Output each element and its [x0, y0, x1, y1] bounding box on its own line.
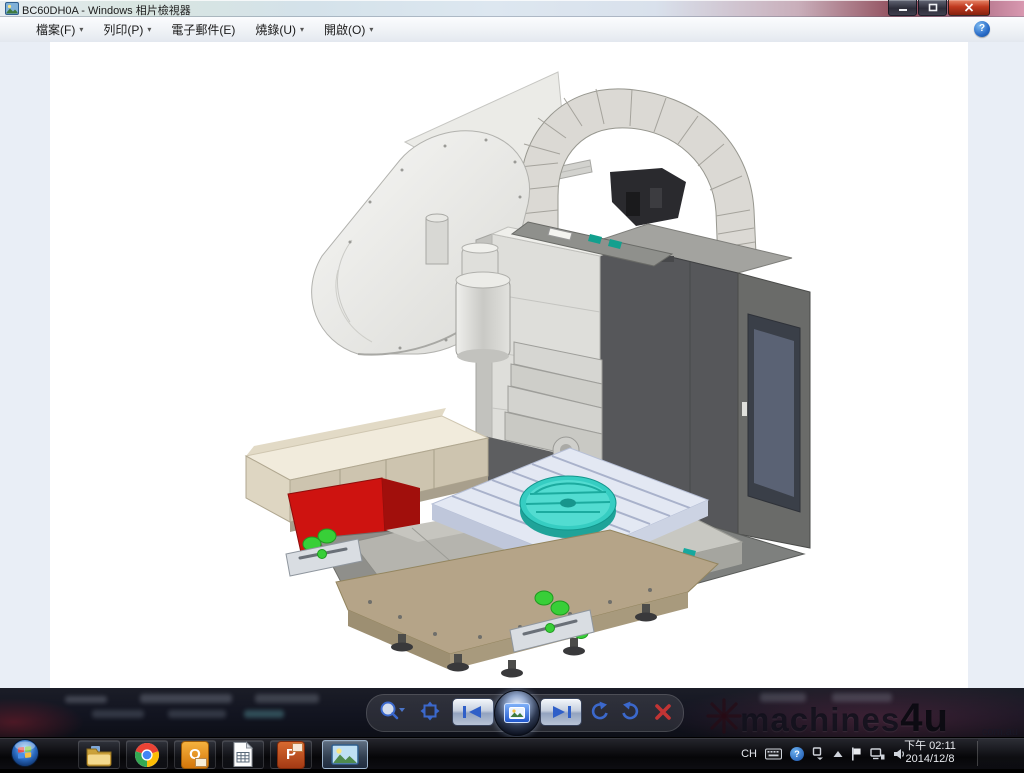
background-bleed [92, 710, 144, 718]
windows-explorer-icon [85, 743, 113, 767]
watermark-4u: 4u [900, 696, 949, 740]
next-icon [549, 705, 573, 719]
zoom-button[interactable] [378, 700, 406, 727]
title-bar: BC60DH0A - Windows 相片檢視器 [0, 0, 1024, 17]
outlook-icon: O [181, 741, 209, 769]
previous-icon [461, 705, 485, 719]
language-indicator[interactable]: CH [741, 748, 757, 760]
play-slideshow-button[interactable] [494, 690, 540, 736]
background-bleed [244, 710, 284, 718]
window-title: BC60DH0A - Windows 相片檢視器 [22, 2, 191, 18]
background-bleed [65, 696, 107, 703]
menu-file-label: 檔案(F) [36, 21, 75, 38]
table-document-icon [231, 741, 255, 768]
chevron-down-icon: ▾ [300, 25, 304, 34]
powerpoint-icon: P [277, 741, 305, 769]
viewer-canvas [0, 42, 1024, 688]
restore-icon [928, 3, 938, 12]
menu-open[interactable]: 開啟(O) ▾ [314, 18, 383, 41]
clock[interactable]: 下午 02:11 2014/12/8 [900, 740, 960, 766]
slideshow-icon [504, 703, 530, 723]
menu-file[interactable]: 檔案(F) ▾ [26, 18, 93, 41]
menu-email[interactable]: 電子郵件(E) [161, 18, 245, 41]
watermark-text: machines4u [740, 696, 949, 741]
rotate-cw-icon [618, 700, 642, 724]
tray-help-icon[interactable]: ? [790, 747, 804, 761]
minimize-button[interactable] [888, 0, 917, 16]
taskbar-app-photo-viewer[interactable] [322, 740, 368, 769]
watermark-machines: machines [740, 701, 900, 738]
taskbar-app-explorer[interactable] [78, 740, 120, 769]
minimize-icon [898, 3, 908, 12]
keyboard-icon[interactable] [765, 748, 782, 760]
rotate-clockwise-button[interactable] [618, 700, 642, 729]
show-desktop-button[interactable] [978, 738, 1024, 769]
delete-x-icon [652, 701, 674, 723]
background-bleed [168, 710, 226, 718]
photo-cad-machine [50, 42, 968, 688]
menu-open-label: 開啟(O) [324, 21, 365, 38]
cad-machine-render [50, 42, 968, 688]
background-bleed [255, 694, 319, 703]
taskbar-app-chrome[interactable] [126, 740, 168, 769]
network-icon[interactable] [870, 748, 885, 760]
magnifier-icon [378, 700, 406, 722]
help-icon: ? [979, 23, 985, 34]
window-controls [887, 0, 990, 16]
close-icon [964, 3, 974, 12]
system-tray: CH ? [741, 738, 906, 769]
previous-button[interactable] [452, 698, 494, 726]
actual-size-icon [420, 701, 440, 721]
action-center-flag-icon[interactable] [851, 747, 862, 761]
tray-date: 2014/12/8 [900, 753, 960, 766]
photo-viewer-icon [331, 744, 359, 765]
menu-print[interactable]: 列印(P) ▾ [93, 18, 161, 41]
chevron-down-icon: ▾ [369, 25, 373, 34]
star-icon [706, 698, 742, 734]
taskbar: O P CH ? [0, 737, 1024, 769]
question-glyph: ? [794, 749, 800, 759]
taskbar-app-outlook[interactable]: O [174, 740, 216, 769]
tray-time: 下午 02:11 [900, 740, 960, 753]
menu-burn[interactable]: 燒錄(U) ▾ [245, 18, 314, 41]
tray-app-icon[interactable] [812, 747, 825, 760]
maximize-button[interactable] [918, 0, 947, 16]
actual-size-button[interactable] [420, 701, 440, 726]
taskbar-app-powerpoint[interactable]: P [270, 740, 312, 769]
next-button[interactable] [540, 698, 582, 726]
background-bleed [140, 694, 232, 703]
close-button[interactable] [948, 0, 990, 16]
cad-rotary-table [520, 476, 616, 538]
menu-burn-label: 燒錄(U) [255, 21, 296, 38]
delete-button[interactable] [652, 701, 674, 728]
slide-icon [292, 743, 303, 752]
envelope-icon [195, 758, 207, 767]
chevron-down-icon: ▾ [147, 25, 151, 34]
watermark: machines4u com.au [706, 694, 1024, 738]
menu-email-label: 電子郵件(E) [171, 21, 235, 38]
windows-start-icon [10, 738, 40, 768]
taskbar-app-table-document[interactable] [222, 740, 264, 769]
chevron-down-icon [399, 708, 405, 712]
chrome-icon [134, 742, 160, 768]
rotate-ccw-icon [588, 700, 612, 724]
chevron-down-icon: ▾ [79, 25, 83, 34]
rotate-counterclockwise-button[interactable] [588, 700, 612, 729]
cad-enclosure-window [754, 329, 794, 497]
menu-bar: 檔案(F) ▾ 列印(P) ▾ 電子郵件(E) 燒錄(U) ▾ 開啟(O) ▾ [0, 17, 1024, 43]
show-hidden-icons-button[interactable] [833, 750, 843, 758]
app-icon [5, 2, 19, 15]
menu-print-label: 列印(P) [103, 21, 143, 38]
help-button[interactable]: ? [974, 21, 990, 37]
